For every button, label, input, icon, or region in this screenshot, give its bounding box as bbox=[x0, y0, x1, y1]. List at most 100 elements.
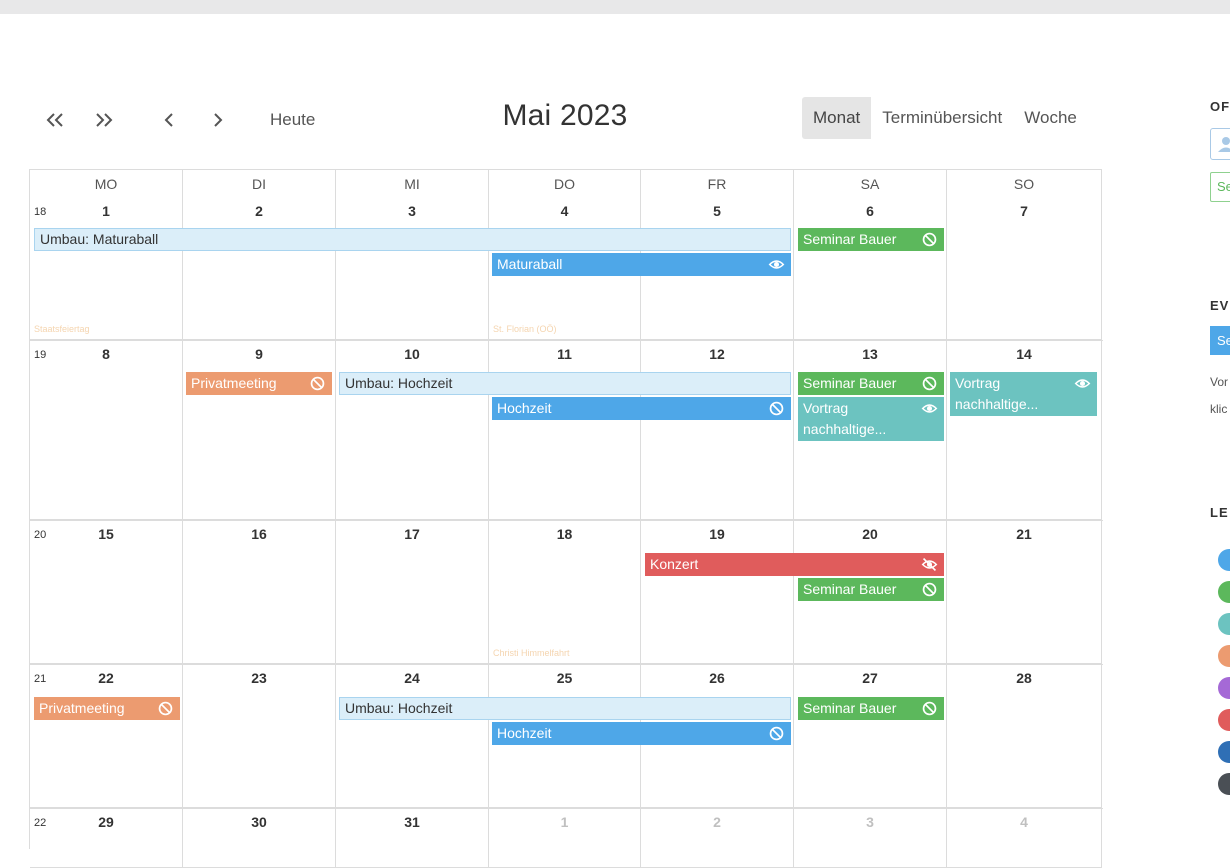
week-row: 20 15 16 17 18 Christi Himmelfahrt 19 20… bbox=[30, 520, 1103, 664]
day-cell[interactable]: 10 bbox=[336, 341, 489, 520]
day-cell[interactable]: 2 bbox=[641, 809, 794, 868]
day-cell[interactable]: 9 bbox=[183, 341, 336, 520]
legend-check-icon[interactable] bbox=[1218, 549, 1230, 571]
day-number: 21 bbox=[1016, 526, 1032, 542]
day-cell[interactable]: 22 29 bbox=[30, 809, 183, 868]
view-list-button[interactable]: Terminübersicht bbox=[871, 97, 1013, 139]
day-cell[interactable]: 31 bbox=[336, 809, 489, 868]
day-cell[interactable]: 24 bbox=[336, 665, 489, 808]
day-cell[interactable]: 30 bbox=[183, 809, 336, 868]
prev-year-button[interactable] bbox=[37, 104, 73, 136]
sidebar-user-select[interactable] bbox=[1210, 128, 1230, 160]
day-number: 16 bbox=[251, 526, 267, 542]
day-cell[interactable]: 18 1 Staatsfeiertag bbox=[30, 198, 183, 340]
event-title: Vortrag nachhaltige... bbox=[803, 400, 887, 437]
event-seminar-bauer[interactable]: Seminar Bauer bbox=[798, 578, 944, 601]
day-number: 28 bbox=[1016, 670, 1032, 686]
day-cell[interactable]: 17 bbox=[336, 521, 489, 664]
next-year-button[interactable] bbox=[86, 104, 122, 136]
holiday-label: St. Florian (OÖ) bbox=[493, 324, 557, 334]
prev-month-button[interactable] bbox=[151, 104, 187, 136]
legend-check-icon[interactable] bbox=[1218, 709, 1230, 731]
day-cell[interactable]: 2 bbox=[183, 198, 336, 340]
legend-check-icon[interactable] bbox=[1218, 645, 1230, 667]
day-number: 4 bbox=[1020, 814, 1028, 830]
day-cell[interactable]: 23 bbox=[183, 665, 336, 808]
event-title: Seminar Bauer bbox=[803, 231, 897, 247]
day-cell[interactable]: 14 bbox=[947, 341, 1102, 520]
ban-icon bbox=[310, 376, 325, 391]
day-cell[interactable]: 3 bbox=[794, 809, 947, 868]
holiday-label: Staatsfeiertag bbox=[34, 324, 90, 334]
sidebar-action-button[interactable]: Se bbox=[1210, 326, 1230, 355]
day-number: 20 bbox=[862, 526, 878, 542]
day-cell[interactable]: 19 8 bbox=[30, 341, 183, 520]
event-hochzeit[interactable]: Hochzeit bbox=[492, 397, 791, 420]
day-cell[interactable]: 18 Christi Himmelfahrt bbox=[489, 521, 641, 664]
sidebar-select-button[interactable]: Se bbox=[1210, 172, 1230, 202]
legend-check-icon[interactable] bbox=[1218, 677, 1230, 699]
day-cell[interactable]: 4 bbox=[947, 809, 1102, 868]
day-cell[interactable]: 3 bbox=[336, 198, 489, 340]
day-cell[interactable]: 20 15 bbox=[30, 521, 183, 664]
day-number: 4 bbox=[560, 203, 569, 219]
event-title: Privatmeeting bbox=[39, 700, 125, 716]
legend-check-icon[interactable] bbox=[1218, 741, 1230, 763]
day-number: 24 bbox=[404, 670, 420, 686]
event-hochzeit[interactable]: Hochzeit bbox=[492, 722, 791, 745]
event-seminar-bauer[interactable]: Seminar Bauer bbox=[798, 372, 944, 395]
day-number: 22 bbox=[98, 670, 114, 686]
event-vortrag[interactable]: Vortrag nachhaltige... bbox=[950, 372, 1097, 416]
event-vortrag[interactable]: Vortrag nachhaltige... bbox=[798, 397, 944, 441]
event-umbau-hochzeit[interactable]: Umbau: Hochzeit bbox=[339, 697, 791, 720]
day-number: 7 bbox=[1020, 203, 1028, 219]
event-konzert[interactable]: Konzert bbox=[645, 553, 944, 576]
day-cell[interactable]: 21 22 bbox=[30, 665, 183, 808]
day-number: 9 bbox=[255, 346, 263, 362]
event-title: Vortrag nachhaltige... bbox=[955, 375, 1039, 412]
day-number: 19 bbox=[709, 526, 725, 542]
sidebar-heading-of: OF bbox=[1210, 99, 1230, 114]
day-cell[interactable]: 21 bbox=[947, 521, 1102, 664]
weekday-mo: MO bbox=[30, 170, 183, 198]
event-privatmeeting[interactable]: Privatmeeting bbox=[34, 697, 180, 720]
day-number: 8 bbox=[102, 346, 110, 362]
day-cell[interactable]: 16 bbox=[183, 521, 336, 664]
day-number: 14 bbox=[1016, 346, 1032, 362]
day-cell[interactable]: 28 bbox=[947, 665, 1102, 808]
weekday-di: DI bbox=[183, 170, 336, 198]
view-month-button[interactable]: Monat bbox=[802, 97, 872, 139]
next-month-button[interactable] bbox=[200, 104, 236, 136]
legend-check-icon[interactable] bbox=[1218, 581, 1230, 603]
week-row: 19 8 9 10 11 12 13 14 Privatmeeting Umba… bbox=[30, 340, 1103, 520]
event-maturaball[interactable]: Maturaball bbox=[492, 253, 791, 276]
day-cell[interactable]: 11 bbox=[489, 341, 641, 520]
event-title: Maturaball bbox=[497, 256, 563, 272]
view-switcher: Monat Terminübersicht Woche bbox=[802, 97, 1088, 139]
day-cell[interactable]: 27 bbox=[794, 665, 947, 808]
day-number: 3 bbox=[866, 814, 874, 830]
event-umbau-hochzeit[interactable]: Umbau: Hochzeit bbox=[339, 372, 791, 395]
legend-check-icon[interactable] bbox=[1218, 613, 1230, 635]
event-seminar-bauer[interactable]: Seminar Bauer bbox=[798, 697, 944, 720]
today-button[interactable]: Heute bbox=[262, 104, 323, 136]
day-cell[interactable]: 1 bbox=[489, 809, 641, 868]
event-privatmeeting[interactable]: Privatmeeting bbox=[186, 372, 332, 395]
day-number: 10 bbox=[404, 346, 420, 362]
sidebar: OF Se EV Se Vor klic LE bbox=[1198, 0, 1230, 836]
day-cell[interactable]: 12 bbox=[641, 341, 794, 520]
day-cell[interactable]: 19 bbox=[641, 521, 794, 664]
day-number: 25 bbox=[556, 670, 573, 686]
event-title: Konzert bbox=[650, 556, 699, 572]
day-cell[interactable]: 7 bbox=[947, 198, 1102, 340]
legend-check-icon[interactable] bbox=[1218, 773, 1230, 795]
eye-icon bbox=[921, 404, 938, 413]
event-seminar-bauer[interactable]: Seminar Bauer bbox=[798, 228, 944, 251]
day-number: 6 bbox=[866, 203, 874, 219]
double-chevron-right-icon bbox=[96, 113, 113, 127]
holiday-label: Christi Himmelfahrt bbox=[493, 648, 570, 658]
day-cell[interactable]: 6 bbox=[794, 198, 947, 340]
day-number: 29 bbox=[98, 814, 114, 830]
event-umbau-maturaball[interactable]: Umbau: Maturaball bbox=[34, 228, 791, 251]
view-week-button[interactable]: Woche bbox=[1013, 97, 1088, 139]
